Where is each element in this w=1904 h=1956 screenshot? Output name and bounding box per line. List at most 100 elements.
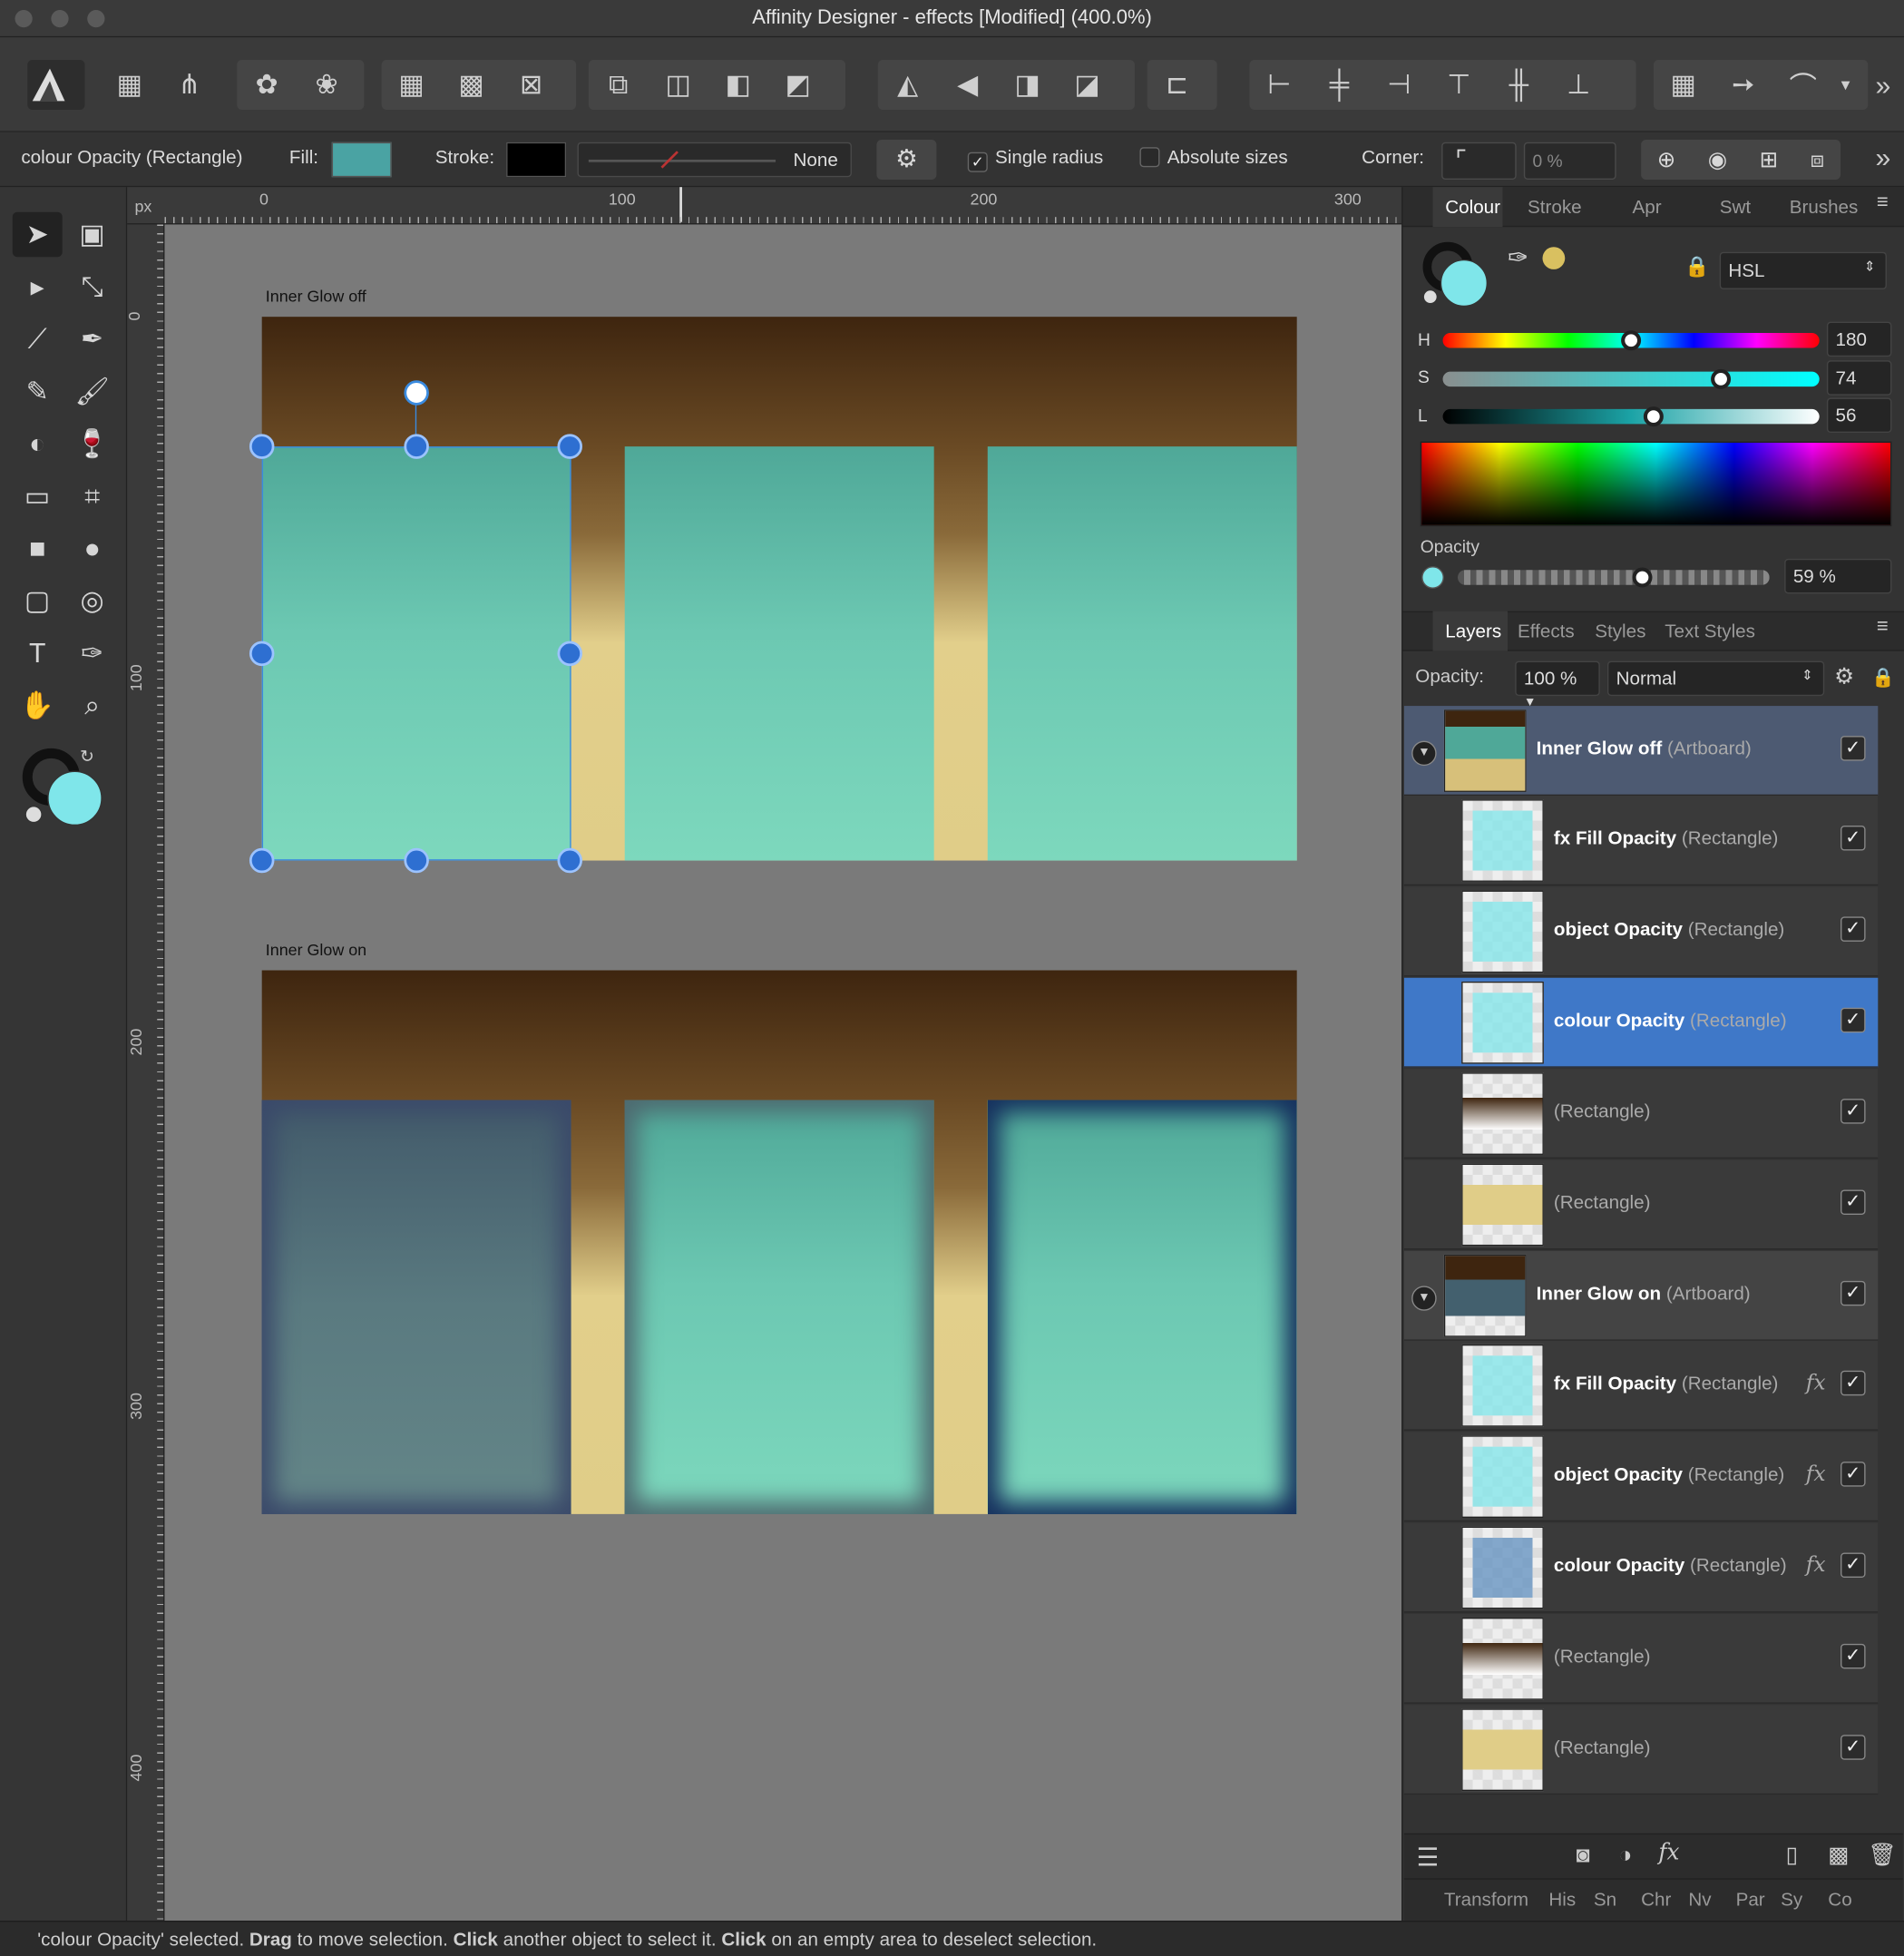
swap-colours-icon[interactable]: ↻ [80,746,94,767]
place-image-icon[interactable]: ▭ [13,474,63,518]
rotation-handle[interactable] [404,380,429,406]
lightness-slider[interactable] [1442,406,1820,427]
layer-row-rectangle[interactable]: (Rectangle) ✓ [1403,1613,1879,1704]
canvas[interactable]: Inner Glow off Inner Glow on [164,224,1402,1922]
handle-left[interactable] [249,641,275,667]
fill-swatch[interactable] [331,142,392,178]
layer-row-inner-glow-off[interactable]: ▼ Inner Glow off (Artboard) ✓ [1403,706,1879,797]
hand-tool-icon[interactable]: ✋ [13,683,63,728]
layer-visibility-checkbox[interactable]: ✓ [1841,1643,1866,1669]
blend-mode-select[interactable]: Normal ⇕ [1606,660,1825,697]
ellipse-tool-icon[interactable]: ● [67,526,117,571]
snap-grid-icon[interactable]: ▦ [382,60,442,110]
h-value[interactable]: 180 [1826,321,1892,357]
absolute-sizes-checkbox[interactable] [1139,147,1160,168]
s-value[interactable]: 74 [1826,360,1892,396]
tab-apr[interactable]: Apr [1632,197,1661,218]
l-value[interactable]: 56 [1826,397,1892,434]
panel-none-icon[interactable] [1422,289,1439,305]
expand-icon[interactable]: ⊞ [1760,147,1779,173]
handle-bottom-left[interactable] [249,847,275,874]
layer-visibility-checkbox[interactable]: ✓ [1841,826,1866,851]
colour-opacity-glow-rect[interactable] [261,1100,571,1514]
move-backward-icon[interactable]: ◫ [649,60,708,110]
align-bottom-icon[interactable]: ⊥ [1548,60,1608,110]
pixel-layer-icon[interactable]: ▩ [1828,1842,1849,1868]
toolbar-overflow-icon[interactable]: » [1876,70,1891,103]
flip-horizontal-icon[interactable]: ◭ [878,60,938,110]
rounded-rect-tool-icon[interactable]: ▢ [13,579,63,623]
layer-row-object-opacity[interactable]: object Opacity (Rectangle) fx ✓ [1403,1432,1879,1522]
object-opacity-rect[interactable] [624,446,934,861]
layer-row-rectangle[interactable]: (Rectangle) ✓ [1403,1705,1879,1795]
context-overflow-icon[interactable]: » [1876,142,1891,175]
object-opacity-glow-rect[interactable] [624,1100,934,1514]
pixel-grid-icon[interactable]: ▦ [1654,60,1714,110]
zoom-tool-icon[interactable]: ⌕ [67,683,117,728]
layer-row-rectangle[interactable]: (Rectangle) ✓ [1403,1159,1879,1250]
expand-artboard-icon[interactable]: ▼ [1411,740,1437,767]
fx-effect-icon[interactable]: fx [1806,1462,1826,1486]
brush-tool-icon[interactable]: 🖌 [67,369,117,414]
text-tool-icon[interactable]: T [13,631,63,676]
panel-eyedropper-icon[interactable]: ✑ [1508,242,1528,273]
tab-effects[interactable]: Effects [1518,621,1575,642]
layer-visibility-checkbox[interactable]: ✓ [1841,1370,1866,1396]
layer-opacity-field[interactable]: 100 % ▼ [1515,660,1600,709]
layer-visibility-checkbox[interactable]: ✓ [1841,1099,1866,1124]
pencil-tool-icon[interactable]: ✎ [13,369,63,414]
settings-gear-icon[interactable]: ⚙ [876,139,937,180]
eyedropper-tool-icon[interactable]: ✑ [67,631,117,676]
artboard-inner-glow-on[interactable] [261,970,1297,1514]
expand-artboard-icon[interactable]: ▼ [1411,1286,1437,1311]
snapping-magnet-icon[interactable]: ⌒ [1773,60,1833,110]
saturation-slider[interactable] [1442,368,1820,389]
tab-text-styles[interactable]: Text Styles [1665,621,1755,642]
artboard-1-label[interactable]: Inner Glow off [266,287,366,306]
layer-visibility-checkbox[interactable]: ✓ [1841,1735,1866,1760]
snapping-dropdown-icon[interactable]: ▼ [1833,60,1858,110]
pen-tool-icon[interactable]: ✒ [67,317,117,361]
layer-row-inner-glow-on[interactable]: ▼ Inner Glow on (Artboard) ✓ [1403,1250,1879,1341]
layer-visibility-checkbox[interactable]: ✓ [1841,1462,1866,1487]
corner-tool-icon[interactable]: ⟋ [13,317,63,361]
layer-visibility-checkbox[interactable]: ✓ [1841,736,1866,761]
align-center-icon[interactable]: ╪ [1309,60,1369,110]
tab-brushes[interactable]: Brushes [1790,197,1859,218]
node-tool-icon[interactable]: ▸ [13,264,63,308]
rectangle-tool-icon[interactable]: ■ [13,526,63,571]
artboard-tool-icon[interactable]: ▣ [67,212,117,257]
crop-tool-icon[interactable]: ⌗ [67,474,117,518]
layer-visibility-checkbox[interactable]: ✓ [1841,1280,1866,1306]
assistant-icon[interactable]: ✿ [237,60,297,110]
adjustment-icon[interactable]: ◑ [1618,1842,1632,1868]
lock-icon[interactable]: 🔒 [1684,254,1709,279]
align-menu-icon[interactable]: ⊏ [1147,60,1207,110]
handle-bottom-right[interactable] [557,847,582,874]
opacity-slider[interactable] [1458,567,1770,588]
fill-colour-well[interactable] [47,770,103,826]
handle-bottom[interactable] [404,847,429,874]
layer-row-fx-fill-opacity[interactable]: fx Fill Opacity (Rectangle) fx ✓ [1403,1340,1879,1431]
panel-menu-icon[interactable]: ≡ [1877,192,1889,215]
add-layer-icon[interactable]: ▯ [1786,1842,1799,1868]
snap-bounds-icon[interactable]: ▩ [442,60,502,110]
fill-tool-icon[interactable]: ◐ [13,422,63,466]
handle-top-left[interactable] [249,434,275,459]
tab-constraints[interactable]: Co [1828,1890,1851,1911]
align-right-icon[interactable]: ⊣ [1369,60,1429,110]
tab-swt[interactable]: Swt [1720,197,1751,218]
tab-character[interactable]: Chr [1641,1890,1671,1911]
tab-stroke[interactable]: Stroke [1528,197,1582,218]
move-front-icon[interactable]: ◩ [768,60,828,110]
opacity-value[interactable]: 59 % [1784,558,1892,594]
handle-top-right[interactable] [557,434,582,459]
layer-visibility-checkbox[interactable]: ✓ [1841,1189,1866,1215]
layer-row-object-opacity[interactable]: object Opacity (Rectangle) ✓ [1403,886,1879,977]
layer-row-colour-opacity[interactable]: colour Opacity (Rectangle) ✓ [1403,977,1879,1068]
target-icon[interactable]: ⊕ [1657,147,1676,173]
donut-tool-icon[interactable]: ◎ [67,579,117,623]
layers-menu-icon[interactable]: ≡ [1877,616,1889,639]
delete-layer-icon[interactable]: 🗑 [1868,1842,1896,1868]
tab-colour[interactable]: Colour [1445,197,1500,218]
